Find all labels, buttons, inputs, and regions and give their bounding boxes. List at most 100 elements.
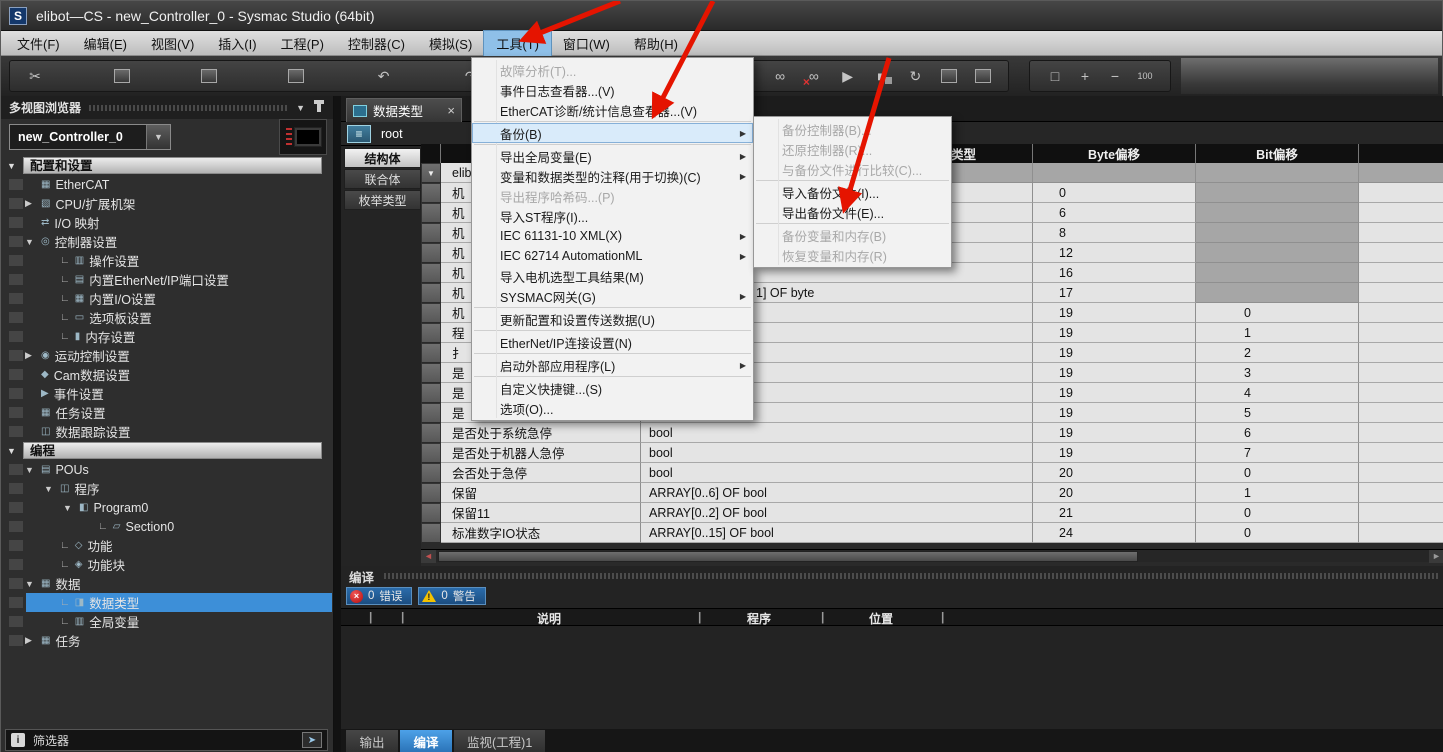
table-row[interactable]: 会否处于急停bool200 bbox=[421, 463, 1443, 483]
copy-icon[interactable] bbox=[111, 66, 133, 86]
tree-item[interactable]: ∟▱Section0 bbox=[1, 517, 332, 536]
tree-item[interactable]: ∟◇功能 bbox=[1, 536, 332, 555]
side-tab[interactable]: 结构体 bbox=[344, 148, 421, 168]
expander-icon[interactable]: ▼ bbox=[7, 446, 16, 456]
delete-icon[interactable] bbox=[285, 66, 307, 86]
horizontal-scrollbar[interactable]: ◄ ► bbox=[421, 549, 1443, 562]
tree-item[interactable]: ▶▦任务 bbox=[1, 631, 332, 650]
menu-item[interactable]: 自定义快捷键...(S) bbox=[472, 378, 753, 398]
tree-item[interactable]: ∟◈功能块 bbox=[1, 555, 332, 574]
dropdown-button[interactable]: ▼ bbox=[146, 125, 170, 149]
table-row[interactable]: 保留11ARRAY[0..2] OF bool210 bbox=[421, 503, 1443, 523]
tree-item[interactable]: ◫数据跟踪设置 bbox=[1, 422, 332, 441]
error-badge[interactable]: × 0 错误 bbox=[346, 587, 412, 605]
menu-item[interactable]: IEC 62714 AutomationML▶ bbox=[472, 246, 753, 266]
monitor-up-icon[interactable] bbox=[972, 66, 994, 86]
header-byte-offset[interactable]: Byte偏移 bbox=[1033, 144, 1196, 163]
expander-icon[interactable]: ▼ bbox=[7, 161, 16, 171]
filter-bar[interactable]: i 筛选器 ➤ bbox=[5, 729, 328, 751]
row-selector[interactable] bbox=[421, 183, 441, 203]
pin-icon[interactable] bbox=[317, 103, 321, 112]
zoom-in-icon[interactable]: + bbox=[1074, 66, 1096, 86]
tree-item[interactable]: ⇄I/O 映射 bbox=[1, 213, 332, 232]
controller-dropdown[interactable]: new_Controller_0 ▼ bbox=[9, 124, 171, 150]
tree-item[interactable]: ▼◎控制器设置 bbox=[1, 232, 332, 251]
chevron-down-icon[interactable]: ▼ bbox=[296, 103, 305, 113]
tree-item[interactable]: ◆Cam数据设置 bbox=[1, 365, 332, 384]
fit-icon[interactable]: □ bbox=[1044, 66, 1066, 86]
play-icon[interactable]: ▶ bbox=[837, 66, 859, 86]
menu-item[interactable]: 选项(O)... bbox=[472, 398, 753, 418]
submenu-item[interactable]: 导出备份文件(E)... bbox=[754, 202, 951, 222]
bottom-tab[interactable]: 编译 bbox=[400, 730, 452, 752]
menu-bar-item[interactable]: 帮助(H) bbox=[622, 31, 690, 56]
row-selector[interactable] bbox=[421, 343, 441, 363]
menu-bar-item[interactable]: 编辑(E) bbox=[72, 31, 139, 56]
column-program[interactable]: 程序 bbox=[747, 610, 771, 627]
tree-item[interactable]: ▼▦数据 bbox=[1, 574, 332, 593]
row-selector[interactable] bbox=[421, 363, 441, 383]
tree-item[interactable]: ▼▤POUs bbox=[1, 460, 332, 479]
cut-icon[interactable]: ✂ bbox=[24, 66, 46, 86]
tree-item[interactable]: ∟▤内置EtherNet/IP端口设置 bbox=[1, 270, 332, 289]
table-row[interactable]: 保留ARRAY[0..6] OF bool201 bbox=[421, 483, 1443, 503]
column-description[interactable]: 说明 bbox=[537, 610, 561, 627]
expander-icon[interactable]: ▼ bbox=[25, 579, 34, 589]
table-row[interactable]: 是否处于机器人急停bool197 bbox=[421, 443, 1443, 463]
row-selector[interactable] bbox=[421, 223, 441, 243]
tree-item[interactable]: ∟◨数据类型 bbox=[1, 593, 332, 612]
undo-icon[interactable]: ↶ bbox=[373, 66, 395, 86]
tree-item[interactable]: ▦任务设置 bbox=[1, 403, 332, 422]
row-selector[interactable] bbox=[421, 503, 441, 523]
row-selector[interactable] bbox=[421, 423, 441, 443]
menu-item[interactable]: 导出全局变量(E)▶ bbox=[472, 146, 753, 166]
expander-icon[interactable]: ▼ bbox=[25, 237, 34, 247]
row-selector[interactable] bbox=[421, 523, 441, 543]
bottom-tab[interactable]: 监视(工程)1 bbox=[454, 730, 545, 752]
menu-bar-item[interactable]: 模拟(S) bbox=[417, 31, 484, 56]
menu-bar-item[interactable]: 视图(V) bbox=[139, 31, 206, 56]
menu-bar-item[interactable]: 工具(T) bbox=[484, 31, 551, 56]
row-selector[interactable] bbox=[421, 303, 441, 323]
monitor-down-icon[interactable] bbox=[938, 66, 960, 86]
row-selector[interactable] bbox=[421, 483, 441, 503]
menu-bar-item[interactable]: 插入(I) bbox=[206, 31, 268, 56]
tree-item[interactable]: ▼◫程序 bbox=[1, 479, 332, 498]
column-location[interactable]: 位置 bbox=[869, 610, 893, 627]
glasses-x-icon[interactable]: ∞ bbox=[803, 66, 825, 86]
menu-item[interactable]: 变量和数据类型的注释(用于切换)(C)▶ bbox=[472, 166, 753, 186]
zoom-100-icon[interactable]: 100 bbox=[1134, 66, 1156, 86]
menu-item[interactable]: EtherNet/IP连接设置(N) bbox=[472, 332, 753, 352]
row-selector[interactable] bbox=[421, 403, 441, 423]
expander-icon[interactable]: ▼ bbox=[44, 484, 53, 494]
menu-item[interactable]: IEC 61131-10 XML(X)▶ bbox=[472, 226, 753, 246]
row-selector[interactable] bbox=[421, 383, 441, 403]
glasses-icon[interactable]: ∞ bbox=[769, 66, 791, 86]
menu-bar-item[interactable]: 文件(F) bbox=[5, 31, 72, 56]
row-selector[interactable] bbox=[421, 443, 441, 463]
tree-item[interactable]: ∟▦内置I/O设置 bbox=[1, 289, 332, 308]
side-tab[interactable]: 枚举类型 bbox=[344, 190, 421, 210]
tree-item[interactable]: ▶◉运动控制设置 bbox=[1, 346, 332, 365]
menu-item[interactable]: 启动外部应用程序(L)▶ bbox=[472, 355, 753, 375]
menu-item[interactable]: 导入ST程序(I)... bbox=[472, 206, 753, 226]
menu-bar-item[interactable]: 工程(P) bbox=[269, 31, 336, 56]
stop-icon[interactable]: ■ bbox=[871, 66, 893, 86]
menu-item[interactable]: 事件日志查看器...(V) bbox=[472, 80, 753, 100]
expander-icon[interactable]: ▼ bbox=[63, 503, 72, 513]
tree-item[interactable]: ▶事件设置 bbox=[1, 384, 332, 403]
tree-item[interactable]: ▦EtherCAT bbox=[1, 175, 332, 194]
menu-item[interactable]: 更新配置和设置传送数据(U) bbox=[472, 309, 753, 329]
bottom-tab[interactable]: 输出 bbox=[346, 730, 398, 752]
tree-item[interactable]: ▼◧Program0 bbox=[1, 498, 332, 517]
scroll-right-button[interactable]: ► bbox=[1429, 550, 1443, 563]
expander-icon[interactable]: ▶ bbox=[25, 350, 32, 361]
table-row[interactable]: 是否处于系统急停bool196 bbox=[421, 423, 1443, 443]
filter-pin-icon[interactable]: ➤ bbox=[302, 732, 322, 748]
header-bit-offset[interactable]: Bit偏移 bbox=[1196, 144, 1359, 163]
table-row[interactable]: 标准数字IO状态ARRAY[0..15] OF bool240 bbox=[421, 523, 1443, 543]
zoom-out-icon[interactable]: − bbox=[1104, 66, 1126, 86]
row-selector[interactable]: ▼ bbox=[421, 163, 441, 183]
tree-item[interactable]: ∟▮内存设置 bbox=[1, 327, 332, 346]
menu-item[interactable]: EtherCAT诊断/统计信息查看器...(V) bbox=[472, 100, 753, 120]
